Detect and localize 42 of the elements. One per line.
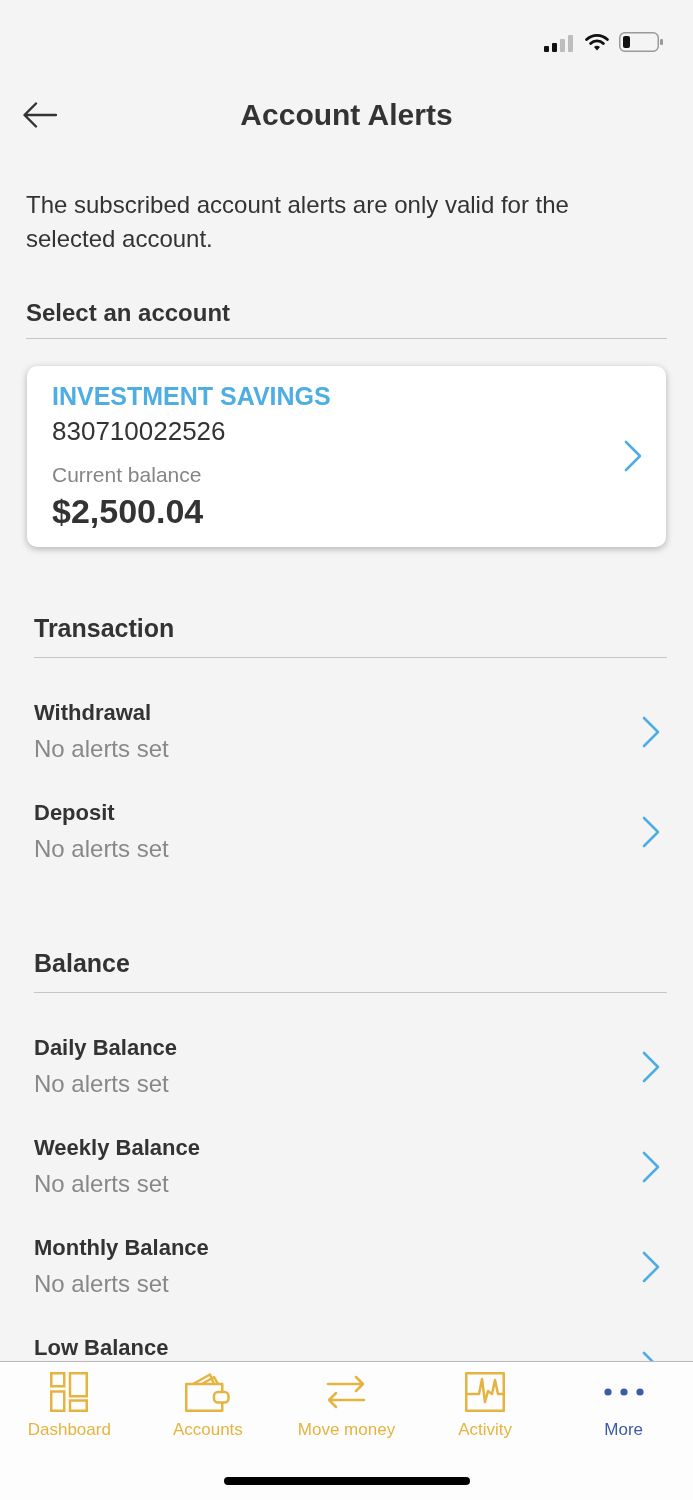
alert-status: No alerts set xyxy=(34,1169,170,1199)
alert-title: Low Balance xyxy=(34,1334,170,1361)
section-heading: Balance xyxy=(34,948,131,979)
alert-title: Withdrawal xyxy=(34,699,153,727)
alert-status: No alerts set xyxy=(34,1069,170,1099)
alert-row[interactable]: Daily Balance No alerts set xyxy=(34,1017,667,1117)
alert-row[interactable]: Monthly Balance No alerts set xyxy=(34,1217,667,1317)
alert-status: No alerts set xyxy=(34,1269,170,1299)
chevron-right-icon xyxy=(624,440,642,472)
wifi-icon xyxy=(585,33,609,51)
back-arrow-icon[interactable] xyxy=(23,102,57,128)
alert-status: No alerts set xyxy=(34,734,170,764)
section-heading: Select an account xyxy=(26,298,232,328)
more-dots-icon xyxy=(603,1388,644,1396)
account-card[interactable]: INVESTMENT SAVINGS 830710022526 Current balance $2,500.04 xyxy=(27,366,666,547)
activity-chart-icon xyxy=(465,1372,506,1412)
tab-item[interactable]: More xyxy=(554,1362,693,1441)
chevron-right-icon xyxy=(642,716,660,748)
alert-row[interactable]: Deposit No alerts set xyxy=(34,782,667,882)
chevron-right-icon xyxy=(642,816,660,848)
account-name: INVESTMENT SAVINGS xyxy=(52,381,332,411)
section-heading: Transaction xyxy=(34,613,176,644)
battery-icon xyxy=(619,32,663,52)
chevron-right-icon xyxy=(642,1051,660,1083)
alert-title: Monthly Balance xyxy=(34,1234,210,1262)
page-title: Account Alerts xyxy=(240,97,453,133)
dashboard-grid-icon xyxy=(50,1372,89,1412)
signal-icon xyxy=(544,34,575,52)
alert-title: Daily Balance xyxy=(34,1034,179,1062)
balance-amount: $2,500.04 xyxy=(52,491,205,531)
chevron-right-icon xyxy=(642,1151,660,1183)
account-number: 830710022526 xyxy=(52,416,227,446)
alert-row[interactable]: Withdrawal No alerts set xyxy=(34,682,667,782)
alert-title: Deposit xyxy=(34,799,116,827)
chevron-right-icon xyxy=(642,1251,660,1283)
transfer-arrows-icon xyxy=(326,1374,367,1410)
balance-label: Current balance xyxy=(52,462,203,488)
alert-row[interactable]: Weekly Balance No alerts set xyxy=(34,1117,667,1217)
alert-status: No alerts set xyxy=(34,834,170,864)
wallet-icon xyxy=(185,1372,231,1412)
alert-title: Weekly Balance xyxy=(34,1134,201,1162)
intro-text: The subscribed account alerts are only valid for the selected account. xyxy=(26,190,570,254)
